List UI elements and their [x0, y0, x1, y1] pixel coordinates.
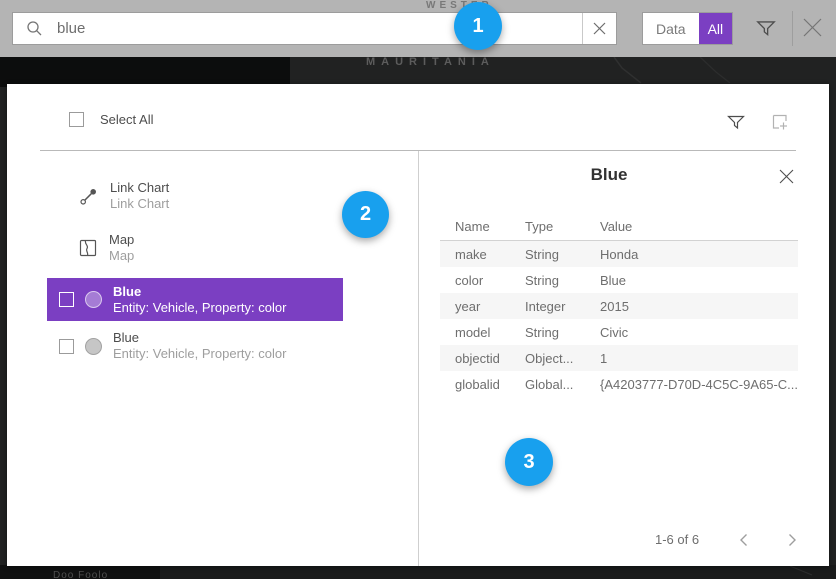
close-icon: [801, 16, 824, 39]
result-title: Link Chart: [110, 180, 169, 196]
funnel-icon: [755, 17, 777, 39]
toolbar-filter-button[interactable]: [755, 17, 777, 39]
cell-value: 2015: [585, 299, 798, 314]
result-title: Blue: [113, 284, 286, 300]
column-header-name: Name: [440, 219, 510, 234]
select-all-checkbox[interactable]: [69, 112, 84, 127]
table-row: objectid Object... 1: [440, 345, 798, 371]
cell-name: model: [440, 325, 510, 340]
toolbar-close-button[interactable]: [801, 16, 824, 39]
search-input[interactable]: [55, 19, 582, 38]
funnel-icon: [726, 112, 746, 132]
search-scope-toggle: Data All: [642, 12, 733, 45]
cell-name: make: [440, 247, 510, 262]
chevron-left-icon: [739, 533, 748, 547]
cell-name: globalid: [440, 377, 510, 392]
table-row: globalid Global... {A4203777-D70D-4C5C-9…: [440, 371, 798, 397]
result-checkbox[interactable]: [59, 292, 74, 307]
search-toolbar: Data All: [0, 0, 836, 57]
result-checkbox[interactable]: [59, 339, 74, 354]
pagination-prev-button[interactable]: [739, 533, 748, 547]
scope-option-data[interactable]: Data: [643, 13, 699, 44]
pagination: 1-6 of 6: [655, 532, 797, 547]
result-title: Map: [109, 232, 134, 248]
result-subtitle: Link Chart: [110, 196, 169, 212]
toolbar-divider: [792, 11, 793, 46]
result-item-blue[interactable]: Blue Entity: Vehicle, Property: color: [59, 327, 286, 365]
callout-badge-1: 1: [454, 2, 502, 50]
table-row: make String Honda: [440, 241, 798, 267]
cell-name: objectid: [440, 351, 510, 366]
search-results-panel: Select All Link Chart: [7, 84, 829, 566]
cell-type: String: [510, 325, 585, 340]
search-icon: [26, 20, 43, 37]
cell-value: 1: [585, 351, 798, 366]
add-to-selection-button[interactable]: [770, 112, 790, 132]
map-icon: [79, 239, 97, 257]
detail-panel: Blue Name Type Value make String Honda: [418, 151, 829, 566]
table-row: model String Civic: [440, 319, 798, 345]
app-window: MAURITANIA Doo Foolo WESTER Data All: [0, 0, 836, 579]
cell-value: Honda: [585, 247, 798, 262]
map-label-bottom-partial: Doo Foolo: [53, 570, 108, 579]
cell-type: Global...: [510, 377, 585, 392]
properties-table: Name Type Value make String Honda color …: [440, 212, 798, 397]
cell-type: Object...: [510, 351, 585, 366]
entity-circle-icon: [85, 291, 102, 308]
table-row: color String Blue: [440, 267, 798, 293]
cell-value: {A4203777-D70D-4C5C-9A65-C...: [585, 377, 798, 392]
detail-close-button[interactable]: [778, 168, 795, 185]
cell-value: Civic: [585, 325, 798, 340]
result-item-link-chart[interactable]: Link Chart Link Chart: [79, 179, 169, 213]
result-subtitle: Map: [109, 248, 134, 264]
table-header: Name Type Value: [440, 212, 798, 241]
select-all-label: Select All: [100, 112, 153, 127]
column-header-type: Type: [510, 219, 585, 234]
results-filter-button[interactable]: [726, 112, 746, 132]
pagination-label: 1-6 of 6: [655, 532, 699, 547]
result-title: Blue: [113, 330, 286, 346]
cell-type: String: [510, 247, 585, 262]
pagination-next-button[interactable]: [788, 533, 797, 547]
add-to-map-icon: [770, 112, 790, 132]
entity-circle-icon: [85, 338, 102, 355]
result-subtitle: Entity: Vehicle, Property: color: [113, 300, 286, 316]
cell-type: String: [510, 273, 585, 288]
chevron-right-icon: [788, 533, 797, 547]
clear-search-button[interactable]: [582, 13, 616, 44]
link-chart-icon: [79, 187, 98, 206]
result-item-blue-selected[interactable]: Blue Entity: Vehicle, Property: color: [47, 278, 343, 321]
cell-name: color: [440, 273, 510, 288]
table-row: year Integer 2015: [440, 293, 798, 319]
column-header-value: Value: [585, 219, 798, 234]
scope-option-all[interactable]: All: [699, 13, 733, 44]
map-landmass: [0, 57, 290, 87]
close-icon: [778, 168, 795, 185]
cell-type: Integer: [510, 299, 585, 314]
select-all-control[interactable]: Select All: [69, 112, 153, 127]
clear-x-icon: [593, 22, 606, 35]
map-label-mauritania: MAURITANIA: [366, 56, 495, 68]
callout-badge-2: 2: [342, 191, 389, 238]
detail-title: Blue: [418, 165, 800, 185]
cell-name: year: [440, 299, 510, 314]
cell-value: Blue: [585, 273, 798, 288]
result-subtitle: Entity: Vehicle, Property: color: [113, 346, 286, 362]
callout-badge-3: 3: [505, 438, 553, 486]
result-item-map[interactable]: Map Map: [79, 231, 134, 265]
search-box[interactable]: [12, 12, 617, 45]
